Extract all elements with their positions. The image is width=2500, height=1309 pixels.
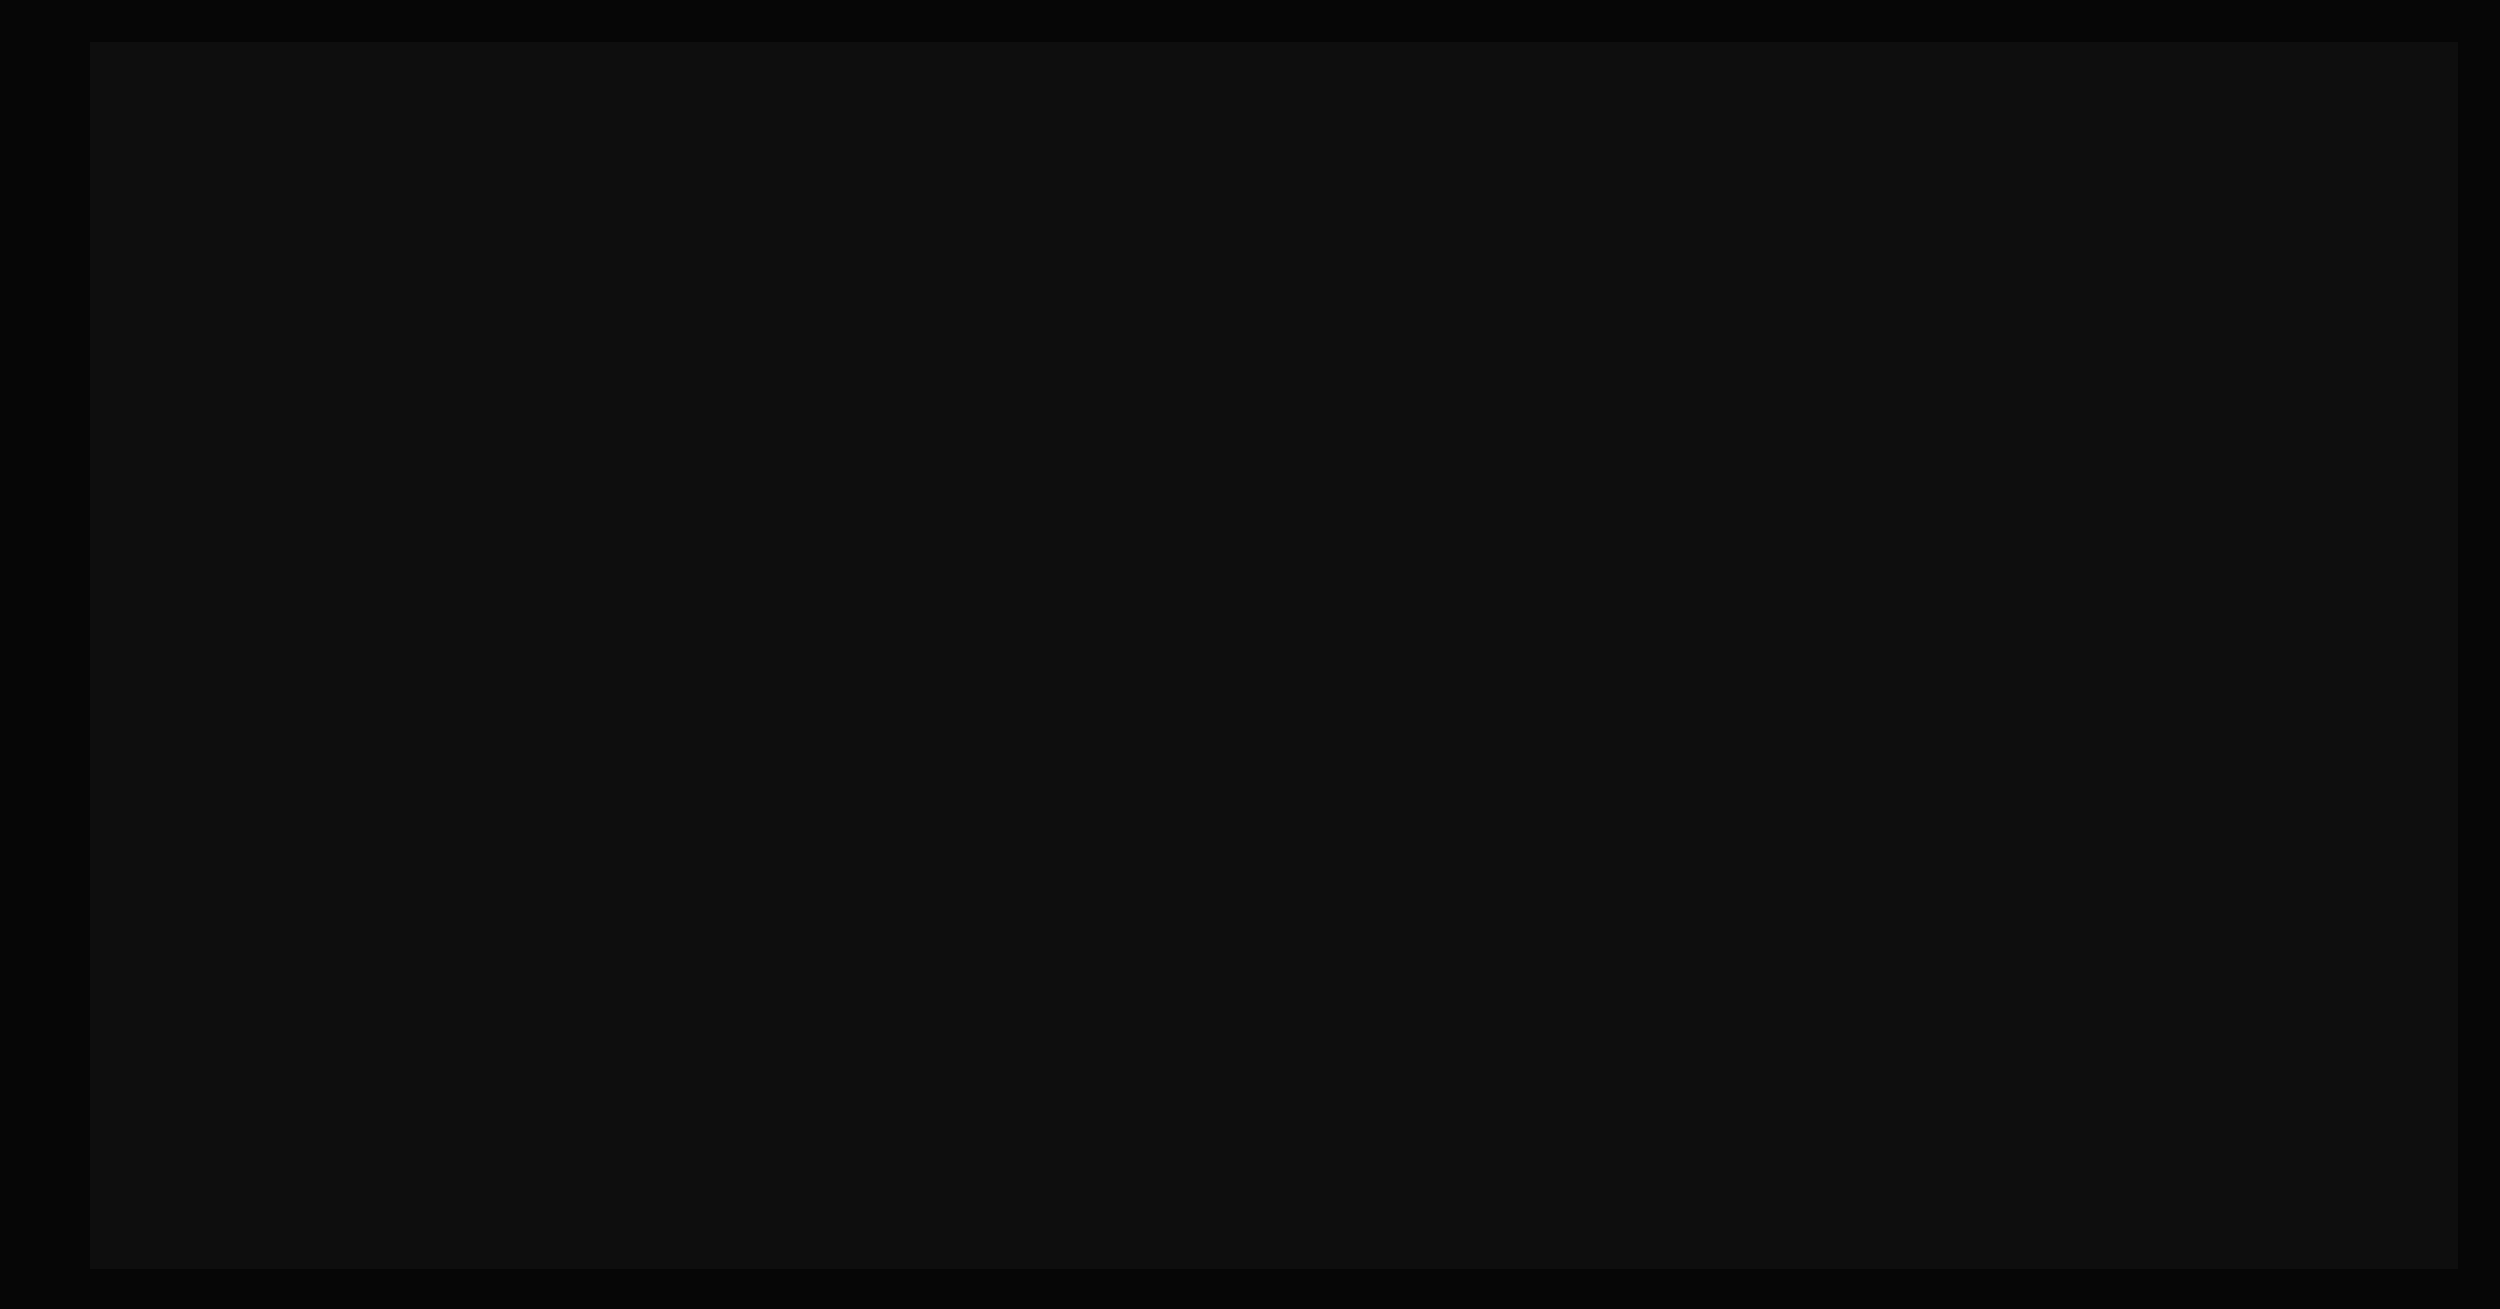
chart-canvas [90, 42, 2458, 1269]
frequency-response-chart [0, 0, 2500, 1309]
plot-area [90, 42, 2458, 1269]
